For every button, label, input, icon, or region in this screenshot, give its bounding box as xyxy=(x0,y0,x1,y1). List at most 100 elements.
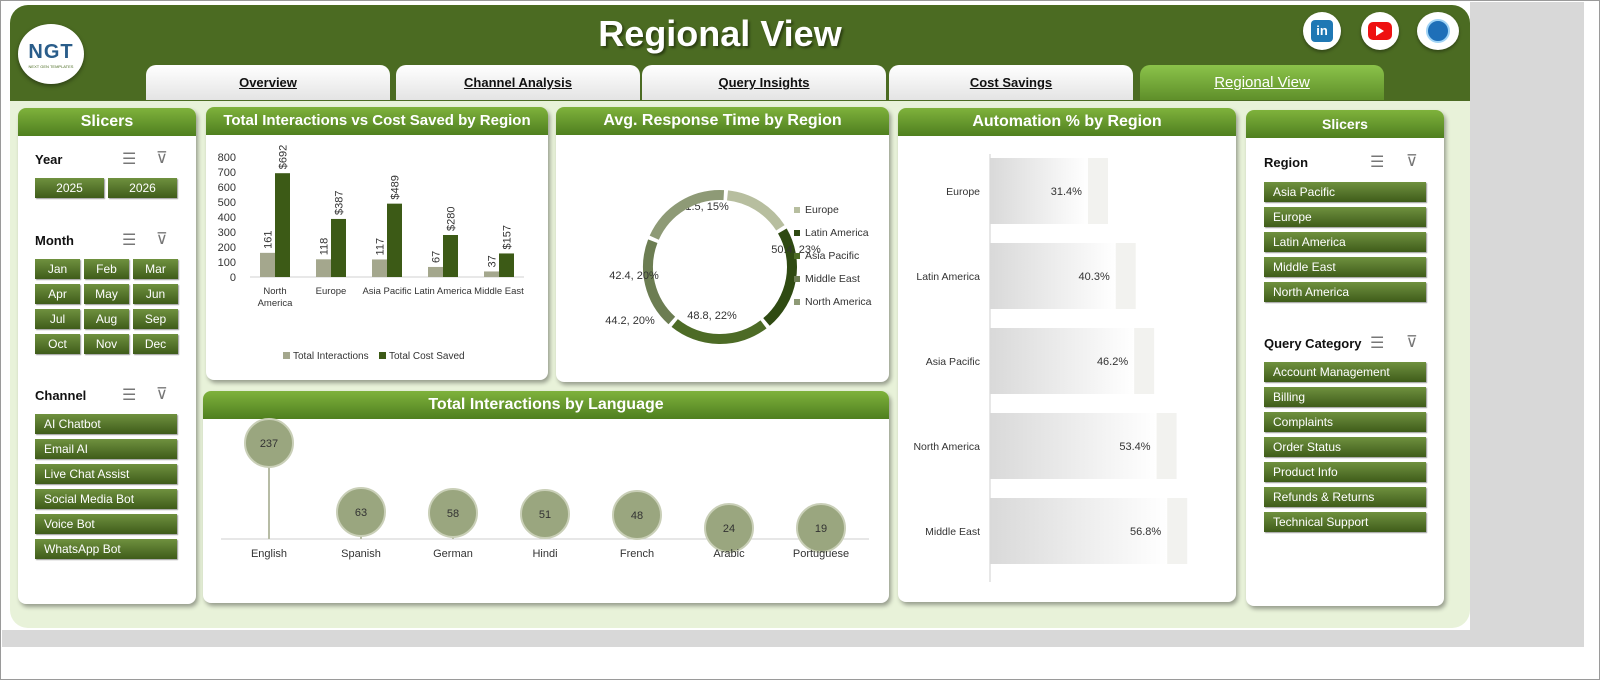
query-category-button[interactable]: Refunds & Returns xyxy=(1264,487,1426,507)
category-label: Spanish xyxy=(341,548,381,560)
data-label: $157 xyxy=(502,225,514,249)
month-button[interactable]: Feb xyxy=(84,259,129,279)
y-tick-label: 200 xyxy=(218,242,236,254)
youtube-button[interactable] xyxy=(1361,12,1399,50)
y-tick-label: 300 xyxy=(218,227,236,239)
data-label: 56.8% xyxy=(1130,526,1161,538)
year-2025-button[interactable]: 2025 xyxy=(35,178,104,198)
left-slicers-title: Slicers xyxy=(18,108,196,136)
brand-logo: NGT NEXT GEN TEMPLATES xyxy=(18,24,84,84)
month-button[interactable]: Dec xyxy=(133,334,178,354)
logo-subtext: NEXT GEN TEMPLATES xyxy=(28,64,74,69)
website-button[interactable] xyxy=(1417,12,1459,50)
logo-text: NGT xyxy=(28,41,74,63)
month-button[interactable]: Oct xyxy=(35,334,80,354)
category-label: Latin America xyxy=(414,286,472,297)
tab-overview[interactable]: Overview xyxy=(146,65,390,100)
category-label: Asia Pacific xyxy=(926,356,980,368)
channel-button[interactable]: Email AI xyxy=(35,439,177,459)
channel-button[interactable]: Social Media Bot xyxy=(35,489,177,509)
query-category-button[interactable]: Billing xyxy=(1264,387,1426,407)
month-button[interactable]: Jul xyxy=(35,309,80,329)
clear-filter-icon[interactable]: ⊽ xyxy=(156,229,168,249)
category-label: German xyxy=(433,548,473,560)
tab-regional-view[interactable]: Regional View xyxy=(1140,65,1384,100)
multi-select-icon[interactable]: ☰ xyxy=(122,149,136,169)
data-label: 161 xyxy=(263,230,275,248)
data-label: 31.4% xyxy=(1051,186,1082,198)
y-tick-label: 100 xyxy=(218,257,236,269)
channel-slicer-label: Channel xyxy=(35,388,87,403)
response-time-chart-panel: Avg. Response Time by Region 31.5, 15% 50… xyxy=(556,107,889,382)
query-category-button[interactable]: Order Status xyxy=(1264,437,1426,457)
month-slicer-label: Month xyxy=(35,233,74,248)
automation-chart-panel: Automation % by Region 31.4% Europe 40.3% L… xyxy=(898,108,1236,602)
tab-query-insights[interactable]: Query Insights xyxy=(642,65,886,100)
data-label: 48 xyxy=(631,510,643,522)
month-button[interactable]: May xyxy=(84,284,129,304)
channel-button[interactable]: WhatsApp Bot xyxy=(35,539,177,559)
multi-select-icon[interactable]: ☰ xyxy=(122,230,136,250)
clear-filter-icon[interactable]: ⊽ xyxy=(1406,151,1418,171)
y-tick-label: 800 xyxy=(218,152,236,164)
region-button[interactable]: Middle East xyxy=(1264,257,1426,277)
query-category-button[interactable]: Product Info xyxy=(1264,462,1426,482)
legend-label: Latin America xyxy=(805,227,869,239)
month-button[interactable]: Jun xyxy=(133,284,178,304)
clear-filter-icon[interactable]: ⊽ xyxy=(156,384,168,404)
channel-button[interactable]: AI Chatbot xyxy=(35,414,177,434)
query-category-button[interactable]: Account Management xyxy=(1264,362,1426,382)
bar xyxy=(331,218,346,277)
tab-cost-savings[interactable]: Cost Savings xyxy=(889,65,1133,100)
multi-select-icon[interactable]: ☰ xyxy=(122,385,136,405)
query-category-button[interactable]: Complaints xyxy=(1264,412,1426,432)
category-label: America xyxy=(258,298,294,309)
year-slicer-label: Year xyxy=(35,152,63,167)
multi-select-icon[interactable]: ☰ xyxy=(1370,152,1384,172)
channel-button[interactable]: Voice Bot xyxy=(35,514,177,534)
sheet-gutter-bottom xyxy=(2,630,1584,647)
category-label: Asia Pacific xyxy=(362,286,411,297)
query-category-button[interactable]: Technical Support xyxy=(1264,512,1426,532)
bar xyxy=(260,252,275,277)
donut-slice xyxy=(726,190,785,231)
category-label: North America xyxy=(913,441,980,453)
bar xyxy=(443,235,458,277)
legend-label: Middle East xyxy=(805,273,860,285)
data-label: 117 xyxy=(375,238,387,256)
region-slicer-label: Region xyxy=(1264,155,1309,170)
right-slicers-panel: Slicers Region ☰ ⊽ Asia Pacific Europe L… xyxy=(1246,110,1444,606)
region-button[interactable]: Asia Pacific xyxy=(1264,182,1426,202)
category-label: Europe xyxy=(316,286,347,297)
region-button[interactable]: Latin America xyxy=(1264,232,1426,252)
slice-label: 44.2, 20% xyxy=(605,315,655,327)
year-2026-button[interactable]: 2026 xyxy=(108,178,177,198)
month-button[interactable]: Mar xyxy=(133,259,178,279)
response-time-chart: 31.5, 15%50.4, 23%48.8, 22%44.2, 20%42.4… xyxy=(605,190,872,344)
region-button[interactable]: Europe xyxy=(1264,207,1426,227)
month-button[interactable]: Jan xyxy=(35,259,80,279)
channel-button[interactable]: Live Chat Assist xyxy=(35,464,177,484)
month-button[interactable]: Sep xyxy=(133,309,178,329)
legend-label: North America xyxy=(805,296,872,308)
category-label: Hindi xyxy=(532,548,557,560)
clear-filter-icon[interactable]: ⊽ xyxy=(156,148,168,168)
region-button[interactable]: North America xyxy=(1264,282,1426,302)
bar xyxy=(316,259,331,277)
clear-filter-icon[interactable]: ⊽ xyxy=(1406,332,1418,352)
category-label: Middle East xyxy=(925,526,980,538)
tab-channel-analysis[interactable]: Channel Analysis xyxy=(396,65,640,100)
month-button[interactable]: Nov xyxy=(84,334,129,354)
month-button[interactable]: Apr xyxy=(35,284,80,304)
data-label: $692 xyxy=(278,145,290,169)
data-label: 118 xyxy=(319,238,331,256)
legend-swatch xyxy=(794,207,800,213)
category-label: Portuguese xyxy=(793,548,849,560)
multi-select-icon[interactable]: ☰ xyxy=(1370,333,1384,353)
data-label: $489 xyxy=(390,175,402,199)
linkedin-button[interactable]: in xyxy=(1303,12,1341,50)
interactions-cost-chart-panel: Total Interactions vs Cost Saved by Regi… xyxy=(206,107,548,380)
y-tick-label: 500 xyxy=(218,197,236,209)
month-button[interactable]: Aug xyxy=(84,309,129,329)
y-tick-label: 400 xyxy=(218,212,236,224)
